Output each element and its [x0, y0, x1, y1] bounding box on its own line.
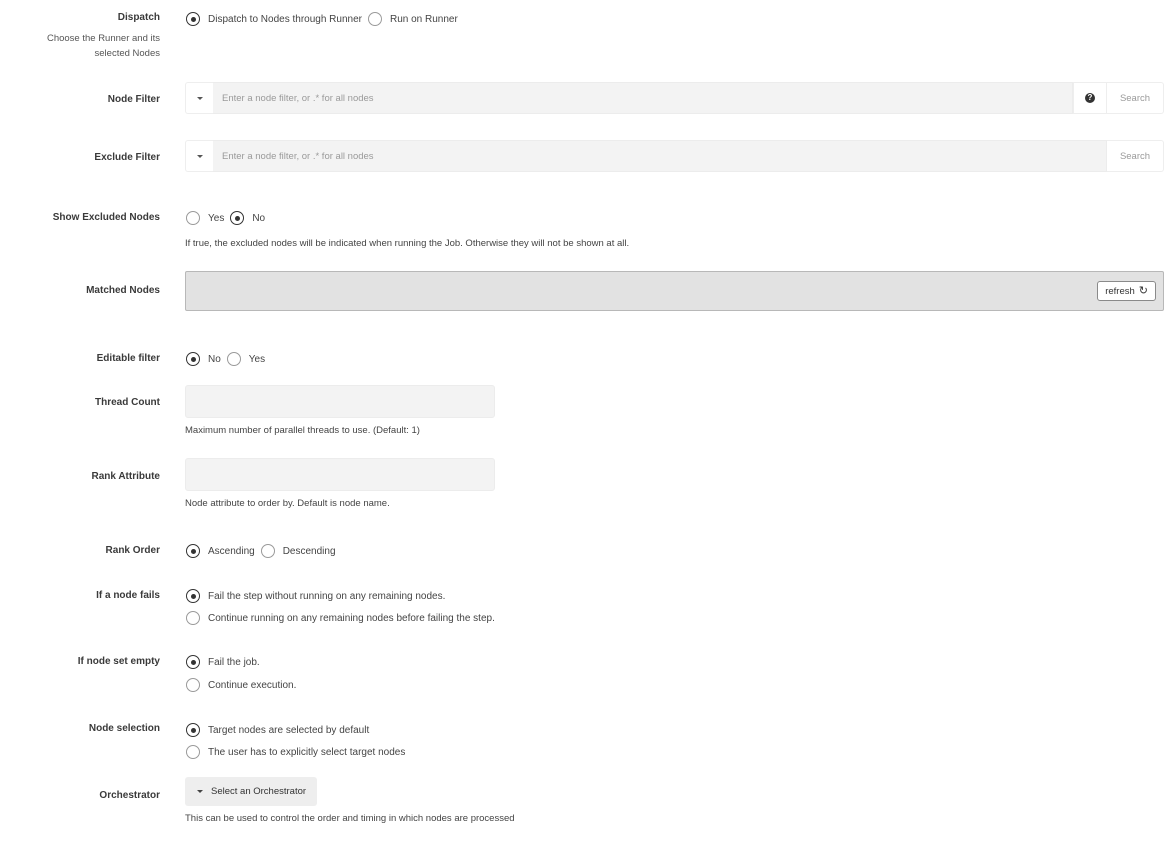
editable-filter-label: Editable filter	[96, 353, 160, 364]
node-set-empty-continue-label[interactable]: Continue execution.	[208, 680, 296, 691]
show-excluded-help: If true, the excluded nodes will be indi…	[185, 238, 630, 249]
node-set-empty-label: If node set empty	[77, 656, 160, 667]
rank-order-label: Rank Order	[105, 545, 160, 556]
exclude-filter-input[interactable]: Enter a node filter, or .* for all nodes	[213, 140, 1107, 172]
caret-down-icon	[196, 96, 203, 100]
node-set-empty-fail-label[interactable]: Fail the job.	[208, 657, 260, 668]
show-excluded-no-label[interactable]: No	[252, 213, 265, 224]
exclude-filter-group: Enter a node filter, or .* for all nodes…	[185, 140, 1164, 172]
caret-down-icon	[196, 154, 203, 158]
exclude-filter-dropdown-button[interactable]	[185, 140, 213, 172]
node-selection-explicit-radio[interactable]	[186, 745, 200, 759]
show-excluded-yes-radio[interactable]	[186, 211, 200, 225]
dispatch-run-on-runner-label[interactable]: Run on Runner	[390, 14, 458, 25]
node-fails-fail-radio[interactable]	[186, 589, 200, 603]
exclude-filter-search-button[interactable]: Search	[1107, 140, 1164, 172]
caret-down-icon	[197, 790, 203, 793]
rank-order-ascending-label[interactable]: Ascending	[208, 546, 255, 557]
orchestrator-help: This can be used to control the order an…	[185, 813, 515, 824]
node-selection-default-radio[interactable]	[186, 723, 200, 737]
refresh-icon: ↻	[1138, 284, 1148, 297]
show-excluded-no-radio[interactable]	[230, 211, 245, 225]
dispatch-runner-nodes-label[interactable]: Dispatch to Nodes through Runner	[208, 14, 362, 25]
matched-nodes-label: Matched Nodes	[86, 285, 160, 296]
node-fails-option-fail: Fail the step without running on any rem…	[186, 589, 451, 603]
rank-attribute-input[interactable]	[185, 458, 495, 491]
refresh-button[interactable]: refresh ↻	[1097, 281, 1156, 301]
rank-attribute-label: Rank Attribute	[91, 471, 160, 482]
matched-nodes-panel: refresh ↻	[185, 271, 1164, 311]
thread-count-label: Thread Count	[95, 397, 160, 408]
node-set-empty-continue-radio[interactable]	[186, 678, 200, 692]
rank-order-descending-radio[interactable]	[260, 544, 275, 558]
dispatch-runner-nodes-radio[interactable]	[186, 12, 200, 26]
editable-filter-yes-radio[interactable]	[226, 352, 241, 366]
rank-attribute-help: Node attribute to order by. Default is n…	[185, 498, 390, 509]
editable-filter-yes-label[interactable]: Yes	[249, 354, 265, 365]
node-selection-explicit-label[interactable]: The user has to explicitly select target…	[208, 747, 405, 758]
thread-count-input[interactable]	[185, 385, 495, 418]
orchestrator-label: Orchestrator	[99, 790, 160, 801]
editable-filter-no-radio[interactable]	[186, 352, 200, 366]
node-filter-label: Node Filter	[107, 94, 160, 105]
exclude-filter-label: Exclude Filter	[94, 152, 160, 163]
show-excluded-yes-label[interactable]: Yes	[208, 213, 224, 224]
node-fails-fail-label[interactable]: Fail the step without running on any rem…	[208, 591, 445, 602]
node-fails-label: If a node fails	[96, 590, 160, 601]
rank-order-descending-label[interactable]: Descending	[283, 546, 336, 557]
select-orchestrator-label: Select an Orchestrator	[211, 786, 307, 797]
node-set-empty-fail-radio[interactable]	[186, 655, 200, 669]
node-filter-search-button[interactable]: Search	[1107, 82, 1164, 114]
node-fails-option-continue: Continue running on any remaining nodes …	[186, 611, 501, 625]
node-selection-default-label[interactable]: Target nodes are selected by default	[208, 725, 369, 736]
thread-count-help: Maximum number of parallel threads to us…	[185, 425, 420, 436]
node-selection-label: Node selection	[88, 723, 160, 734]
node-filter-input[interactable]: Enter a node filter, or .* for all nodes	[213, 82, 1073, 114]
node-fails-continue-radio[interactable]	[186, 611, 200, 625]
show-excluded-label: Show Excluded Nodes	[52, 212, 160, 223]
rank-order-radio-group: Ascending Descending	[186, 544, 342, 558]
dispatch-radio-group: Dispatch to Nodes through Runner Run on …	[186, 12, 464, 26]
node-set-empty-option-fail: Fail the job.	[186, 655, 266, 669]
select-orchestrator-button[interactable]: Select an Orchestrator	[185, 777, 318, 806]
dispatch-run-on-runner-radio[interactable]	[367, 12, 382, 26]
dispatch-description: Choose the Runner and its selected Nodes	[46, 33, 160, 59]
editable-filter-radio-group: No Yes	[186, 352, 271, 366]
question-circle-icon: ?	[1085, 93, 1095, 103]
node-filter-dropdown-button[interactable]	[185, 82, 213, 114]
show-excluded-radio-group: Yes No	[186, 211, 271, 225]
node-filter-help-button[interactable]: ?	[1073, 82, 1107, 114]
dispatch-label: Dispatch	[117, 12, 160, 23]
editable-filter-no-label[interactable]: No	[208, 354, 221, 365]
rank-order-ascending-radio[interactable]	[186, 544, 200, 558]
node-selection-option-default: Target nodes are selected by default	[186, 723, 375, 737]
refresh-button-label: refresh	[1105, 285, 1135, 297]
node-fails-continue-label[interactable]: Continue running on any remaining nodes …	[208, 613, 495, 624]
node-filter-group: Enter a node filter, or .* for all nodes…	[185, 82, 1164, 114]
node-selection-option-explicit: The user has to explicitly select target…	[186, 745, 411, 759]
node-set-empty-option-continue: Continue execution.	[186, 678, 302, 692]
